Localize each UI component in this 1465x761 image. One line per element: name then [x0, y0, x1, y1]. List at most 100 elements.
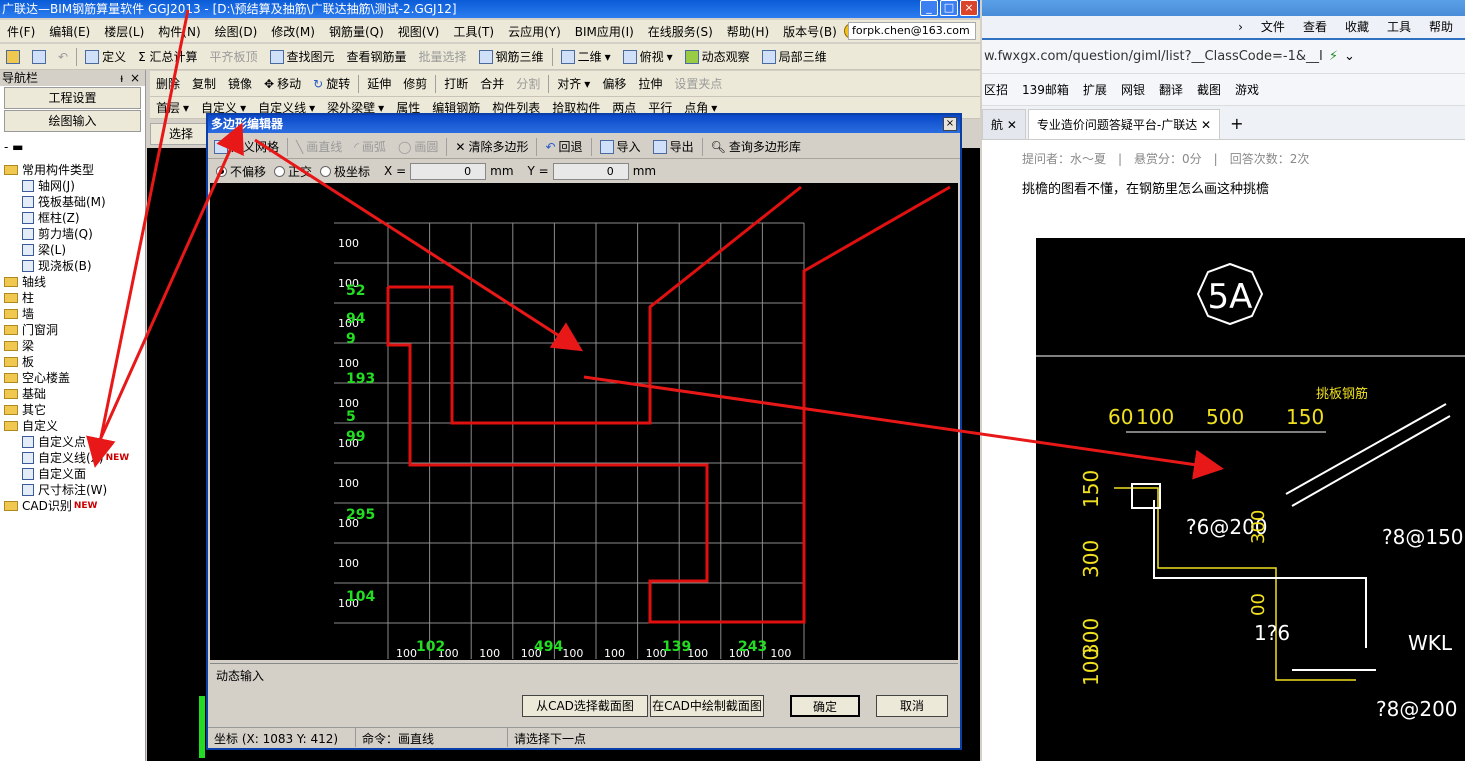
x-input[interactable]: 0: [410, 162, 487, 180]
break-button[interactable]: 打断: [438, 75, 474, 92]
pin-icon[interactable]: ᵼ: [120, 70, 123, 86]
query-library-button[interactable]: 🔍︎ 查询多边形库: [705, 138, 807, 155]
ok-button[interactable]: 确定: [790, 695, 860, 717]
fav-extend[interactable]: 扩展: [1083, 81, 1107, 98]
y-input[interactable]: 0: [552, 162, 629, 180]
new-tab-button[interactable]: +: [1222, 109, 1251, 139]
tab-question[interactable]: 专业造价问题答疑平台-广联达 ✕: [1027, 109, 1221, 139]
select-from-cad-button[interactable]: 从CAD选择截面图: [522, 695, 648, 717]
menu-tools[interactable]: 工具(T): [446, 23, 501, 40]
tree-item[interactable]: 梁: [0, 338, 146, 354]
tree-item[interactable]: 现浇板(B): [0, 258, 146, 274]
fav-screenshot[interactable]: 截图: [1197, 81, 1221, 98]
cancel-button[interactable]: 取消: [876, 695, 948, 717]
browser-menu-view[interactable]: 查看: [1303, 16, 1327, 38]
browser-menu-favorites[interactable]: 收藏: [1345, 16, 1369, 38]
tree-item[interactable]: 筏板基础(M): [0, 194, 146, 210]
tree-item[interactable]: 板: [0, 354, 146, 370]
export-button[interactable]: 导出: [647, 138, 700, 155]
align-button[interactable]: 对齐 ▾: [551, 75, 596, 92]
tree-item[interactable]: 柱: [0, 290, 146, 306]
minimize-button[interactable]: _: [920, 0, 938, 16]
menu-floor[interactable]: 楼层(L): [97, 23, 151, 40]
tree-item[interactable]: 剪力墙(Q): [0, 226, 146, 242]
menu-cloud[interactable]: 云应用(Y): [501, 23, 568, 40]
menu-component[interactable]: 构件(N): [151, 23, 207, 40]
menu-online[interactable]: 在线服务(S): [641, 23, 720, 40]
maximize-button[interactable]: □: [940, 0, 958, 16]
draw-in-cad-button[interactable]: 在CAD中绘制截面图: [650, 695, 764, 717]
tree-item[interactable]: 自定义点: [0, 434, 146, 450]
tree-item[interactable]: 基础: [0, 386, 146, 402]
tree-item[interactable]: 轴线: [0, 274, 146, 290]
offset-button[interactable]: 偏移: [596, 75, 632, 92]
find-element-button[interactable]: 查找图元: [264, 48, 341, 65]
flush-top-button[interactable]: 平齐板顶: [203, 48, 263, 65]
clear-polygon-button[interactable]: ✕ 清除多边形: [449, 138, 534, 155]
nav-close-icon[interactable]: ×: [130, 70, 140, 86]
mirror-button[interactable]: 镜像: [222, 75, 258, 92]
open-file-button[interactable]: [0, 49, 26, 64]
close-button[interactable]: ×: [960, 0, 978, 16]
delete-button[interactable]: 删除: [150, 75, 186, 92]
browser-menu-help[interactable]: 帮助: [1429, 16, 1453, 38]
draw-circle-button[interactable]: ◯ 画圆: [392, 138, 444, 155]
fav-139mail[interactable]: 139邮箱: [1022, 81, 1069, 98]
menu-edit[interactable]: 编辑(E): [42, 23, 97, 40]
tree-item[interactable]: 自定义: [0, 418, 146, 434]
view-rebar-button[interactable]: 查看钢筋量: [341, 48, 413, 65]
orbit-button[interactable]: 动态观察: [679, 48, 756, 65]
menu-view[interactable]: 视图(V): [391, 23, 447, 40]
draw-input-button[interactable]: 绘图输入: [4, 110, 141, 132]
tree-collapse-icon[interactable]: - ▬: [4, 140, 23, 154]
rotate-button[interactable]: ↻ 旋转: [307, 75, 356, 92]
menu-draw[interactable]: 绘图(D): [208, 23, 265, 40]
address-bar[interactable]: w.fwxgx.com/question/giml/list?__ClassCo…: [982, 40, 1465, 74]
chevron-down-icon[interactable]: ⌄: [1344, 49, 1355, 64]
tree-item[interactable]: 其它: [0, 402, 146, 418]
user-account-box[interactable]: forpk.chen@163.com: [848, 22, 976, 40]
menu-version[interactable]: 版本号(B): [776, 23, 844, 40]
browser-menu-tools[interactable]: 工具: [1387, 16, 1411, 38]
copy-button[interactable]: 复制: [186, 75, 222, 92]
radio-orthogonal[interactable]: [274, 165, 286, 177]
batch-select-button[interactable]: 批量选择: [413, 48, 473, 65]
select-button[interactable]: 选择: [150, 123, 210, 145]
2d-button[interactable]: 二维 ▾: [555, 48, 617, 65]
polygon-canvas[interactable]: 100 100 100 100 100 100 100 100 100 100 52 94 9 193 5 9…: [210, 183, 958, 660]
dialog-close-button[interactable]: ×: [943, 117, 957, 131]
rebar-3d-button[interactable]: 钢筋三维: [473, 48, 550, 65]
draw-line-button[interactable]: ╲ 画直线: [290, 138, 348, 155]
menu-help[interactable]: 帮助(H): [720, 23, 776, 40]
fav-zhaopin[interactable]: 区招: [984, 81, 1008, 98]
project-settings-button[interactable]: 工程设置: [4, 87, 141, 109]
menu-file[interactable]: 件(F): [0, 23, 42, 40]
radio-polar[interactable]: [320, 165, 332, 177]
tree-item[interactable]: 自定义线(X) NEW: [0, 450, 146, 466]
tree-item[interactable]: 轴网(J): [0, 178, 146, 194]
fav-translate[interactable]: 翻译: [1159, 81, 1183, 98]
menu-rebar[interactable]: 钢筋量(Q): [322, 23, 391, 40]
undo-button[interactable]: ↶: [52, 50, 74, 64]
import-button[interactable]: 导入: [594, 138, 647, 155]
local-3d-button[interactable]: 局部三维: [756, 48, 833, 65]
trim-button[interactable]: 修剪: [397, 75, 433, 92]
browser-menu-file[interactable]: 文件: [1261, 16, 1285, 38]
split-button[interactable]: 分割: [510, 75, 546, 92]
menu-bim[interactable]: BIM应用(I): [568, 23, 641, 40]
fav-bank[interactable]: 网银: [1121, 81, 1145, 98]
lightning-icon[interactable]: ⚡: [1329, 49, 1338, 64]
tree-item[interactable]: 门窗洞: [0, 322, 146, 338]
save-button[interactable]: [26, 49, 52, 64]
grip-button[interactable]: 设置夹点: [668, 75, 728, 92]
tree-item[interactable]: 尺寸标注(W): [0, 482, 146, 498]
draw-arc-button[interactable]: ◜ 画弧: [348, 138, 392, 155]
tree-item[interactable]: CAD识别 NEW: [0, 498, 146, 514]
define-grid-button[interactable]: 定义网格: [208, 138, 285, 155]
radio-no-offset[interactable]: [216, 165, 227, 177]
topview-button[interactable]: 俯视 ▾: [617, 48, 679, 65]
undo-step-button[interactable]: ↶ 回退: [539, 138, 588, 155]
tree-item[interactable]: 框柱(Z): [0, 210, 146, 226]
tree-item[interactable]: 空心楼盖: [0, 370, 146, 386]
tree-item[interactable]: 墙: [0, 306, 146, 322]
